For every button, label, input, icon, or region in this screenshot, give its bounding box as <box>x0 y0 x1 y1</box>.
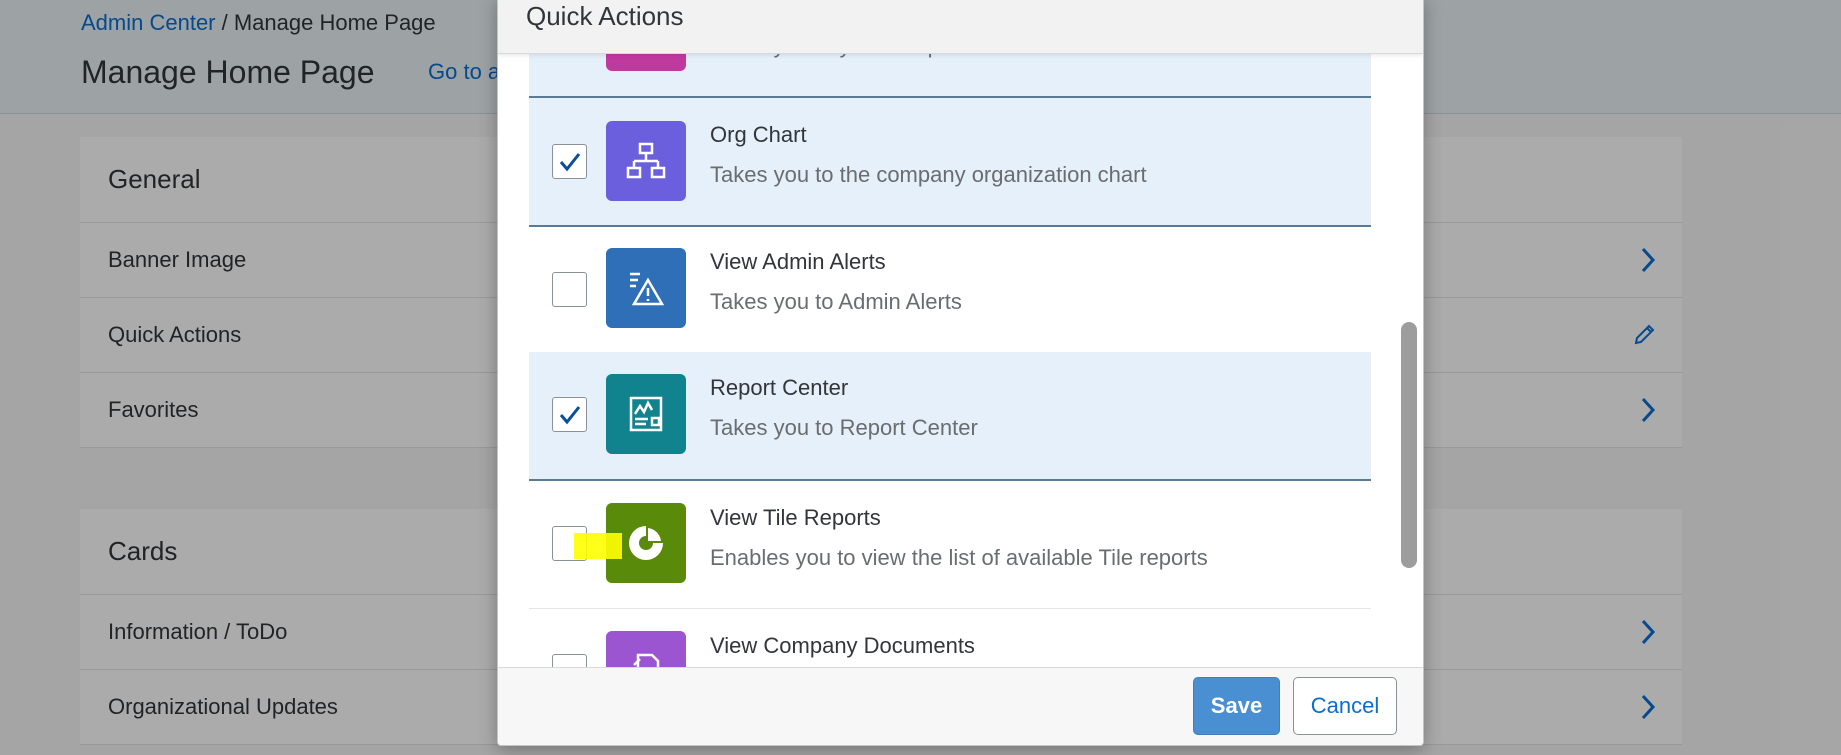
list-item-view-company-documents[interactable]: View Company Documents <box>529 609 1371 667</box>
list-item-view-tile-reports[interactable]: View Tile Reports Enables you to view th… <box>529 481 1371 609</box>
item-title: Report Center <box>710 375 849 400</box>
quick-actions-list[interactable]: Takes you to your People Profile Org Cha… <box>529 0 1373 667</box>
view-company-documents-checkbox[interactable] <box>552 654 587 667</box>
item-description: Takes you to Admin Alerts <box>710 289 962 314</box>
list-item-org-chart[interactable]: Org Chart Takes you to the company organ… <box>529 98 1371 227</box>
dialog-title: Quick Actions <box>526 1 684 31</box>
admin-alerts-icon <box>606 248 686 328</box>
item-title: View Tile Reports <box>710 505 881 530</box>
list-item-report-center[interactable]: Report Center Takes you to Report Center <box>529 352 1371 481</box>
highlight-marker <box>574 533 622 559</box>
cancel-button[interactable]: Cancel <box>1293 677 1397 735</box>
report-center-checkbox[interactable] <box>552 397 587 432</box>
report-center-icon <box>606 374 686 454</box>
company-documents-icon <box>606 631 686 667</box>
dialog-header: Quick Actions <box>498 0 1423 54</box>
list-scrollbar-thumb[interactable] <box>1401 322 1417 568</box>
org-chart-icon <box>606 121 686 201</box>
list-item-view-admin-alerts[interactable]: View Admin Alerts Takes you to Admin Ale… <box>529 225 1371 353</box>
dialog-footer: Save Cancel <box>498 667 1423 745</box>
item-description: Enables you to view the list of availabl… <box>710 545 1208 570</box>
quick-actions-dialog: Takes you to your People Profile Org Cha… <box>497 0 1424 746</box>
view-admin-alerts-checkbox[interactable] <box>552 272 587 307</box>
item-title: Org Chart <box>710 122 807 147</box>
item-description: Takes you to the company organization ch… <box>710 162 1147 187</box>
save-button[interactable]: Save <box>1193 677 1280 735</box>
org-chart-checkbox[interactable] <box>552 144 587 179</box>
item-description: Takes you to Report Center <box>710 415 978 440</box>
item-title: View Admin Alerts <box>710 249 886 274</box>
item-title: View Company Documents <box>710 633 975 658</box>
